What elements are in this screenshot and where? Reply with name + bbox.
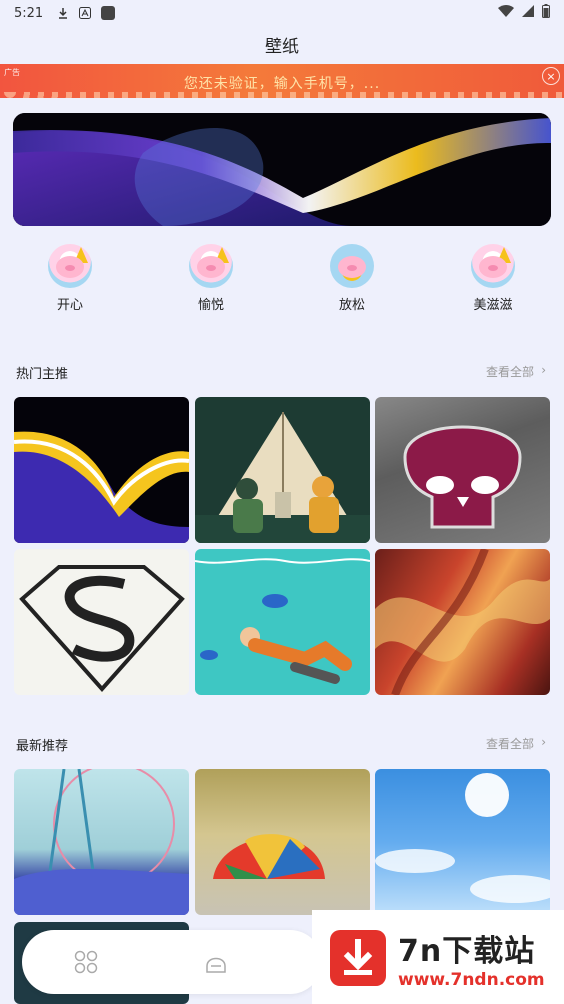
wallpaper-thumb[interactable] [375,769,550,915]
battery-icon [542,4,550,22]
wallpaper-thumb[interactable] [195,769,370,915]
latest-section-header: 最新推荐 查看全部 › [0,733,564,755]
view-all-hot-link[interactable]: 查看全部 [486,363,534,380]
skull-image [403,425,522,529]
hot-section-header: 热门主推 查看全部 › [0,361,564,383]
umbrella-image [213,834,325,879]
watermark-title: 7n下载站 [398,934,536,969]
mood-label: 美滋滋 [473,298,513,313]
abstract-swirl-image [14,431,189,543]
wallpaper-thumb[interactable] [375,549,550,695]
download-arrow-icon [330,930,386,986]
signal-icon [522,5,534,21]
download-icon [57,7,69,19]
relaxed-pig-icon [330,244,374,288]
mood-item-happy[interactable]: 开心 [30,244,110,313]
grid-icon[interactable] [72,948,100,976]
superman-logo-image [19,565,185,693]
mood-label: 放松 [338,298,365,313]
bottom-nav-bar [22,930,322,994]
view-all-latest-link[interactable]: 查看全部 [486,735,534,752]
section-title: 热门主推 [16,367,69,382]
wallpaper-thumb[interactable] [14,549,189,695]
joyful-pig-icon [189,244,233,288]
ferris-wheel-image [14,769,189,915]
delighted-pig-icon [471,244,515,288]
chevron-right-icon[interactable]: › [541,363,546,377]
section-title: 最新推荐 [16,739,69,754]
wallpaper-thumb[interactable] [14,769,189,915]
watermark-url: www.7ndn.com [398,970,545,990]
status-time: 5:21 [14,5,44,21]
wallpaper-thumb[interactable] [14,397,189,543]
mood-item-joyful[interactable]: 愉悦 [171,244,251,313]
mood-categories: 开心 愉悦 放松 美滋滋 [0,244,564,314]
happy-pig-icon [48,244,92,288]
app-a-icon [79,7,92,19]
profile-icon[interactable] [202,948,230,976]
ad-text[interactable]: 您还未验证，输入手机号，... [0,73,564,93]
wallpaper-thumb[interactable] [195,549,370,695]
chevron-right-icon[interactable]: › [541,735,546,749]
wallpaper-thumb[interactable] [195,397,370,543]
camping-illustration [195,412,370,543]
wifi-icon [498,5,514,21]
diver-illustration [195,558,370,684]
mood-label: 愉悦 [197,298,224,313]
app-square-icon [101,6,116,20]
abstract-red-waves-image [375,549,550,695]
status-bar: 5:21 [0,0,564,26]
mood-item-relaxed[interactable]: 放松 [312,244,392,313]
sunny-sky-image [375,773,550,903]
page-title: 壁纸 [265,37,299,57]
hero-banner[interactable] [13,113,551,226]
ad-close-button[interactable]: × [542,67,560,85]
hero-artwork [13,113,551,226]
mood-label: 开心 [56,298,83,313]
mood-item-delighted[interactable]: 美滋滋 [453,244,533,313]
wallpaper-thumb[interactable] [375,397,550,543]
site-watermark: 7n下载站 www.7ndn.com [312,910,564,1004]
ad-banner[interactable]: 广告 您还未验证，输入手机号，... × [0,64,564,98]
